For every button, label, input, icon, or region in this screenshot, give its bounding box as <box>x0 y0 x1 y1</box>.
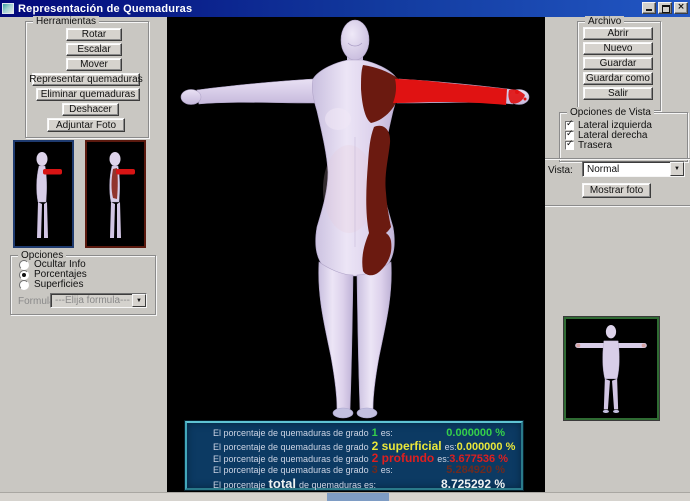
tool-button-representar-quemaduras[interactable]: Representar quemaduras <box>32 73 140 86</box>
model-head[interactable] <box>341 20 369 60</box>
file-button-nuevo[interactable]: Nuevo <box>583 42 653 55</box>
burn-percentage-row: El porcentajetotalde quemaduras es:8.725… <box>213 476 505 488</box>
checkbox-trasera[interactable]: Trasera <box>565 140 612 151</box>
checkbox-icon[interactable] <box>565 141 574 150</box>
burn-percentage-value: 5.284920 % <box>446 464 505 476</box>
tool-button-deshacer[interactable]: Deshacer <box>62 103 119 116</box>
tool-button-adjuntar-foto[interactable]: Adjuntar Foto <box>47 118 125 132</box>
radio-icon[interactable] <box>19 270 29 280</box>
formula-dropdown-arrow-icon[interactable]: ▼ <box>132 294 146 307</box>
burn-percentage-row: El porcentaje de quemaduras de grado2 su… <box>213 439 505 451</box>
file-group-label: Archivo <box>585 16 624 27</box>
app-window: Representación de Quemaduras × <box>0 0 690 501</box>
tool-button-rotar[interactable]: Rotar <box>66 28 122 41</box>
app-icon <box>2 3 14 14</box>
file-button-abrir[interactable]: Abrir <box>583 27 653 40</box>
model-right-leg[interactable] <box>357 262 391 409</box>
restore-icon <box>662 5 670 13</box>
burn-percentages-panel: El porcentaje de quemaduras de grado1es:… <box>185 421 523 490</box>
burn-grade-label: 1 <box>372 427 378 439</box>
burn-percentage-value: 0.000000 % <box>446 427 505 439</box>
checkbox-label: Trasera <box>578 141 612 151</box>
radio-label: Superficies <box>34 280 83 290</box>
vista-dropdown-arrow-icon[interactable]: ▼ <box>670 162 684 176</box>
radio-icon[interactable] <box>19 260 29 270</box>
radio-icon[interactable] <box>19 280 29 290</box>
radio-label: Porcentajes <box>34 270 87 280</box>
divider-top <box>545 158 690 160</box>
window-controls: × <box>642 2 688 14</box>
vista-label: Vista: <box>548 165 573 176</box>
minimize-icon <box>646 9 652 11</box>
radio-superficies[interactable]: Superficies <box>19 279 83 290</box>
tools-group-label: Herramientas <box>33 16 99 27</box>
burn-percentage-row: El porcentaje de quemaduras de grado2 pr… <box>213 451 505 463</box>
model-left-hand[interactable] <box>181 90 201 105</box>
radio-label: Ocultar Info <box>34 260 86 270</box>
burn-row-text: El porcentaje de quemaduras de grado1es: <box>213 427 446 439</box>
formula-select[interactable]: ---Elija formula--- ▼ <box>50 293 147 308</box>
thumbnail-lateral-derecha[interactable] <box>85 140 146 248</box>
view-options-group-label: Opciones de Vista <box>567 107 654 118</box>
tool-button-eliminar-quemaduras[interactable]: Eliminar quemaduras <box>36 88 140 101</box>
thumbnail-lateral-izquierda[interactable] <box>13 140 74 248</box>
model-left-foot[interactable] <box>333 408 353 418</box>
burn-grade-label: total <box>269 476 296 491</box>
window-title: Representación de Quemaduras <box>18 3 192 15</box>
burn-percentage-row: El porcentaje de quemaduras de grado1es:… <box>213 427 505 439</box>
close-button[interactable]: × <box>674 2 688 14</box>
tool-button-mover[interactable]: Mover <box>66 58 122 71</box>
tool-button-escalar[interactable]: Escalar <box>66 43 122 56</box>
burn-row-text: El porcentajetotalde quemaduras es: <box>213 476 441 491</box>
file-button-guardar[interactable]: Guardar <box>583 57 653 70</box>
bottom-strip-highlight <box>327 493 389 501</box>
burn-percentage-value: 8.725292 % <box>441 477 505 491</box>
file-button-guardar-como[interactable]: Guardar como <box>583 72 653 85</box>
file-button-salir[interactable]: Salir <box>583 87 653 100</box>
burn-percentage-row: El porcentaje de quemaduras de grado3es:… <box>213 464 505 476</box>
burn-grade-label: 3 <box>372 464 378 476</box>
vista-select-value: Normal <box>583 164 670 175</box>
burn-speck-2 <box>524 98 527 101</box>
vista-select[interactable]: Normal ▼ <box>582 161 685 177</box>
restore-button[interactable] <box>658 2 672 14</box>
thumbnail-trasera[interactable] <box>564 317 659 420</box>
show-photo-button[interactable]: Mostrar foto <box>582 183 651 198</box>
model-left-arm[interactable] <box>197 79 315 104</box>
burn-speck-1 <box>515 90 519 94</box>
minimize-button[interactable] <box>642 2 656 14</box>
model-chest-highlight <box>325 108 351 130</box>
formula-select-value: ---Elija formula--- <box>51 295 132 306</box>
model-left-leg[interactable] <box>319 262 353 409</box>
titlebar: Representación de Quemaduras × <box>0 0 690 17</box>
divider-bottom <box>545 205 690 207</box>
checkbox-label: Lateral derecha <box>578 131 648 141</box>
burn-row-text: El porcentaje de quemaduras de grado3es: <box>213 464 446 476</box>
burn-grade3-shoulder <box>361 65 401 123</box>
model-right-foot[interactable] <box>357 408 377 418</box>
checkbox-label: Lateral izquierda <box>578 121 652 131</box>
close-icon: × <box>675 2 687 12</box>
